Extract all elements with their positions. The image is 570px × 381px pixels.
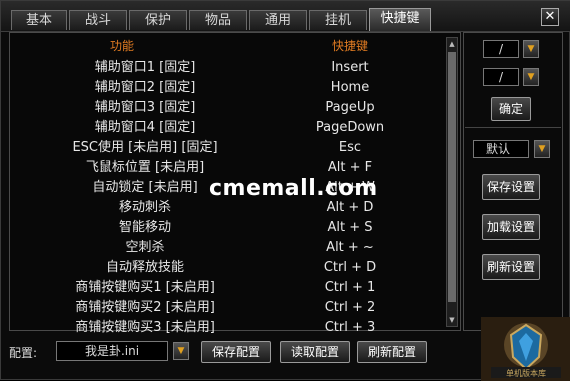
tab-protect[interactable]: 保护 bbox=[129, 10, 187, 30]
function-cell: 商铺按键购买2 [未启用] bbox=[75, 300, 215, 315]
hotkey-cell: Alt + F bbox=[327, 160, 373, 175]
profile-dropdown-icon[interactable]: ▼ bbox=[534, 140, 550, 158]
refresh-settings-button[interactable]: 刷新设置 bbox=[482, 254, 540, 280]
game-logo: 单机版本库 bbox=[481, 317, 570, 381]
modifier-dropdown-icon[interactable]: ▼ bbox=[523, 40, 539, 58]
hotkey-cell: Ctrl + D bbox=[323, 260, 377, 275]
scroll-down-icon[interactable]: ▼ bbox=[447, 314, 457, 326]
function-cell: 空刺杀 bbox=[125, 240, 165, 255]
hotkey-cell: Esc bbox=[338, 140, 362, 155]
tab-items[interactable]: 物品 bbox=[189, 10, 247, 30]
profile-select[interactable]: 默认 bbox=[473, 140, 529, 158]
hotkey-cell: Alt + ~ bbox=[326, 240, 374, 255]
function-cell: 自动释放技能 bbox=[105, 260, 184, 275]
table-row[interactable]: 商铺按键购买1 [未启用] Ctrl + 1 bbox=[10, 278, 440, 298]
table-row[interactable]: 空刺杀 Alt + ~ bbox=[10, 238, 440, 258]
table-row[interactable]: ESC使用 [未启用] [固定] Esc bbox=[10, 138, 440, 158]
refresh-config-button[interactable]: 刷新配置 bbox=[357, 341, 427, 363]
svg-text:单机版本库: 单机版本库 bbox=[506, 368, 546, 378]
function-cell: 商铺按键购买3 [未启用] bbox=[75, 320, 215, 335]
function-cell: 辅助窗口2 [固定] bbox=[94, 80, 196, 95]
load-settings-button[interactable]: 加载设置 bbox=[482, 214, 540, 240]
config-file-field[interactable]: 我是卦.ini bbox=[56, 341, 168, 361]
table-row[interactable]: 商铺按键购买3 [未启用] Ctrl + 3 bbox=[10, 318, 440, 338]
hotkey-cell: Alt + S bbox=[327, 220, 373, 235]
list-scrollbar[interactable]: ▲ ▼ bbox=[446, 37, 458, 327]
watermark: cmemall.com bbox=[209, 176, 378, 201]
hotkey-cell: Insert bbox=[331, 60, 369, 75]
scroll-up-icon[interactable]: ▲ bbox=[447, 38, 457, 50]
save-settings-button[interactable]: 保存设置 bbox=[482, 174, 540, 200]
hotkey-cell: Ctrl + 2 bbox=[324, 300, 376, 315]
table-row[interactable]: 自动释放技能 Ctrl + D bbox=[10, 258, 440, 278]
key-dropdown-icon[interactable]: ▼ bbox=[523, 68, 539, 86]
config-dropdown-icon[interactable]: ▼ bbox=[173, 342, 189, 360]
table-row[interactable]: 辅助窗口3 [固定] PageUp bbox=[10, 98, 440, 118]
hotkey-key-field[interactable]: / bbox=[483, 68, 519, 86]
settings-window: 基本 战斗 保护 物品 通用 挂机 快捷键 ✕ 功能 快捷键 辅助窗口1 [固定… bbox=[0, 0, 570, 381]
tab-basic[interactable]: 基本 bbox=[11, 10, 67, 30]
hotkey-cell: Home bbox=[330, 80, 370, 95]
table-row[interactable]: 商铺按键购买2 [未启用] Ctrl + 2 bbox=[10, 298, 440, 318]
table-row[interactable]: 辅助窗口4 [固定] PageDown bbox=[10, 118, 440, 138]
scroll-thumb[interactable] bbox=[448, 52, 456, 302]
function-cell: 辅助窗口4 [固定] bbox=[94, 120, 196, 135]
save-config-button[interactable]: 保存配置 bbox=[201, 341, 271, 363]
function-cell: 辅助窗口3 [固定] bbox=[94, 100, 196, 115]
tab-hotkeys[interactable]: 快捷键 bbox=[369, 8, 431, 31]
table-row[interactable]: 移动刺杀 Alt + D bbox=[10, 198, 440, 218]
function-cell: 智能移动 bbox=[118, 220, 171, 235]
function-cell: 飞鼠标位置 [未启用] bbox=[85, 160, 205, 175]
hotkey-modifier-field[interactable]: / bbox=[483, 40, 519, 58]
confirm-button[interactable]: 确定 bbox=[491, 97, 531, 121]
column-header-function: 功能 bbox=[110, 39, 135, 53]
table-row[interactable]: 辅助窗口2 [固定] Home bbox=[10, 78, 440, 98]
hotkey-cell: PageDown bbox=[315, 120, 385, 135]
function-cell: ESC使用 [未启用] [固定] bbox=[72, 140, 218, 155]
column-header-hotkey: 快捷键 bbox=[332, 39, 369, 53]
hotkey-cell: Ctrl + 1 bbox=[324, 280, 376, 295]
close-icon: ✕ bbox=[544, 9, 556, 24]
close-button[interactable]: ✕ bbox=[541, 8, 559, 26]
read-config-button[interactable]: 读取配置 bbox=[280, 341, 350, 363]
tab-combat[interactable]: 战斗 bbox=[69, 10, 127, 30]
config-label: 配置: bbox=[9, 346, 38, 360]
hotkey-cell: Ctrl + 3 bbox=[324, 320, 376, 335]
hotkey-cell: Alt + D bbox=[326, 200, 374, 215]
table-row[interactable]: 辅助窗口1 [固定] Insert bbox=[10, 58, 440, 78]
function-cell: 辅助窗口1 [固定] bbox=[94, 60, 196, 75]
function-cell: 移动刺杀 bbox=[118, 200, 171, 215]
tab-general[interactable]: 通用 bbox=[249, 10, 307, 30]
side-divider bbox=[465, 127, 561, 128]
table-row[interactable]: 飞鼠标位置 [未启用] Alt + F bbox=[10, 158, 440, 178]
tab-bar: 基本 战斗 保护 物品 通用 挂机 快捷键 ✕ bbox=[1, 1, 570, 32]
tab-afk[interactable]: 挂机 bbox=[309, 10, 367, 30]
table-row[interactable]: 智能移动 Alt + S bbox=[10, 218, 440, 238]
hotkey-cell: PageUp bbox=[325, 100, 375, 115]
function-cell: 商铺按键购买1 [未启用] bbox=[75, 280, 215, 295]
